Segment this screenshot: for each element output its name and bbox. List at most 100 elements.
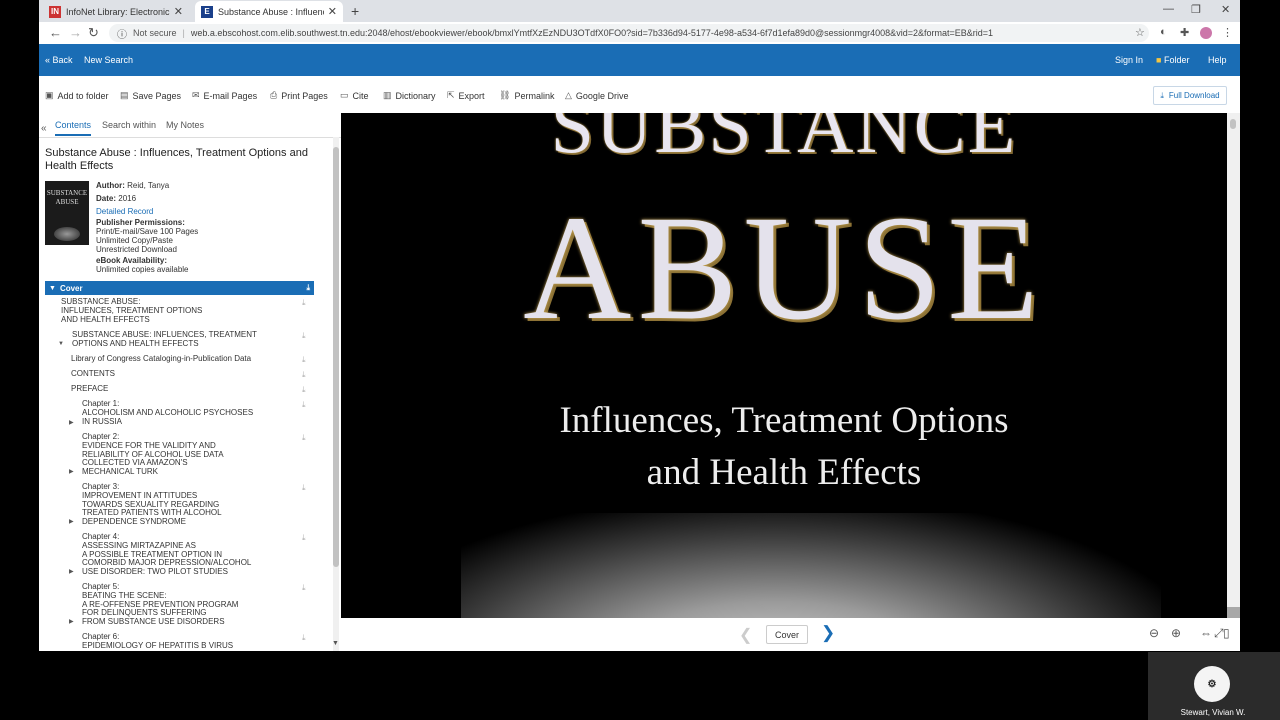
save-pages-button[interactable]: ▤ Save Pages [120, 90, 181, 101]
scroll-down-arrow[interactable] [1227, 607, 1240, 618]
toc-line: EPIDEMIOLOGY OF HEPATITIS B VIRUS [82, 640, 234, 650]
minimize-icon[interactable]: — [1163, 3, 1174, 15]
availability-label: eBook Availability: [96, 256, 167, 265]
expand-triangle-icon[interactable]: ▶ [69, 568, 74, 575]
puzzle-icon[interactable]: ✚ [1180, 26, 1189, 39]
toc-item[interactable]: CONTENTS [71, 369, 115, 379]
expand-triangle-icon[interactable]: ▶ [69, 419, 74, 426]
fullscreen-icon[interactable]: ⤢ [1214, 626, 1224, 641]
toc-item[interactable]: Chapter 6: EPIDEMIOLOGY OF HEPATITIS B V… [82, 632, 234, 651]
dictionary-button[interactable]: ▥ Dictionary [383, 90, 436, 101]
tab-contents[interactable]: Contents [55, 120, 92, 136]
full-download-button[interactable]: ⤓ Full Download [1153, 86, 1227, 105]
button-label: Google Drive [575, 90, 629, 101]
toc-item[interactable]: SUBSTANCE ABUSE: INFLUENCES, TREATMENT O… [61, 297, 202, 324]
zoom-out-icon[interactable]: ⊖ [1149, 626, 1159, 640]
permalink-button[interactable]: ⛓ Permalink [499, 90, 554, 101]
toc-item[interactable]: Chapter 5: BEATING THE SCENE: A RE-OFFEN… [82, 582, 238, 627]
button-label: Full Download [1168, 91, 1220, 100]
export-button[interactable]: ⇱ Export [447, 90, 485, 101]
collapse-triangle-icon[interactable]: ▼ [49, 285, 56, 292]
button-label: Export [458, 90, 485, 101]
profile-avatar[interactable] [1200, 27, 1212, 39]
cover-thumbnail[interactable]: SUBSTANCE ABUSE [45, 181, 89, 245]
toc-item[interactable]: Chapter 2: EVIDENCE FOR THE VALIDITY AND… [82, 432, 224, 477]
collapse-sidebar-icon[interactable]: « [41, 123, 47, 134]
extension-icon[interactable]: ◐ [1160, 26, 1167, 38]
tab-my-notes[interactable]: My Notes [166, 120, 204, 130]
scrollbar-thumb[interactable] [1230, 119, 1236, 129]
download-icon[interactable]: ⤓ [302, 331, 306, 341]
toc-item[interactable]: SUBSTANCE ABUSE: INFLUENCES, TREATMENT O… [72, 330, 257, 349]
scrollbar-thumb[interactable] [333, 147, 339, 567]
expand-triangle-icon[interactable]: ▶ [69, 518, 74, 525]
cite-button[interactable]: ▭ Cite [340, 90, 369, 101]
folder-link[interactable]: ■ Folder [1156, 55, 1189, 65]
browser-window: IN InfoNet Library: Electronic Databa ✕ … [39, 0, 1240, 651]
browser-tab-infonet[interactable]: IN InfoNet Library: Electronic Databa ✕ [43, 1, 189, 22]
sign-in-link[interactable]: Sign In [1115, 55, 1143, 65]
toc-item[interactable]: Library of Congress Cataloging-in-Public… [71, 354, 251, 364]
download-icon[interactable]: ⤓ [302, 583, 306, 593]
expand-triangle-icon[interactable]: ▶ [69, 468, 74, 475]
print-pages-button[interactable]: ⎙ Print Pages [270, 90, 328, 101]
download-icon[interactable]: ⤓ [302, 370, 306, 380]
date-label: Date: [96, 194, 117, 203]
toc-item[interactable]: Chapter 3: IMPROVEMENT IN ATTITUDES TOWA… [82, 482, 222, 527]
restore-icon[interactable]: ❐ [1191, 3, 1201, 16]
not-secure-label: Not secure [133, 28, 177, 38]
email-pages-button[interactable]: ✉ E-mail Pages [192, 90, 257, 101]
fit-width-icon[interactable]: ⇔ [1200, 626, 1212, 640]
detailed-record-link[interactable]: Detailed Record [96, 207, 153, 216]
author-value: Reid, Tanya [127, 181, 170, 190]
download-icon[interactable]: ⤓ [302, 355, 306, 365]
toc-item-cover[interactable]: ▼ Cover ⤓ [45, 281, 314, 295]
sidebar-scrollbar[interactable] [333, 137, 339, 651]
star-icon[interactable]: ☆ [1135, 26, 1145, 39]
link-icon: ⛓ [499, 90, 511, 100]
toc-item[interactable]: Chapter 1: ALCOHOLISM AND ALCOHOLIC PSYC… [82, 399, 253, 426]
browser-tab-ebook[interactable]: E Substance Abuse : Influences, Tre ✕ [195, 1, 343, 22]
info-icon[interactable]: ⓘ [117, 26, 127, 41]
previous-page-icon[interactable]: ❮ [739, 625, 752, 645]
next-page-icon[interactable]: ❯ [821, 623, 835, 643]
add-to-folder-button[interactable]: ▣ Add to folder [45, 90, 109, 101]
reload-icon[interactable]: ↻ [88, 25, 99, 41]
download-icon[interactable]: ⤓ [302, 298, 306, 308]
thumb-line: ABUSE [55, 198, 79, 206]
download-icon[interactable]: ⤓ [306, 283, 310, 293]
close-window-icon[interactable]: ✕ [1221, 3, 1230, 16]
close-tab-icon[interactable]: ✕ [328, 5, 337, 18]
url-field[interactable]: ⓘ Not secure | web.a.ebscohost.com.elib.… [109, 24, 1149, 42]
menu-dots-icon[interactable]: ⋮ [1222, 26, 1233, 39]
close-tab-icon[interactable]: ✕ [174, 5, 183, 18]
zoom-in-icon[interactable]: ⊕ [1171, 626, 1181, 640]
tab-strip: IN InfoNet Library: Electronic Databa ✕ … [39, 0, 1240, 22]
back-arrow-icon[interactable]: ← [49, 25, 62, 40]
cover-title-top: SUBSTANCE [550, 113, 1018, 169]
download-icon[interactable]: ⤓ [302, 533, 306, 543]
forward-arrow-icon[interactable]: → [69, 25, 82, 40]
collapse-triangle-icon[interactable]: ▼ [58, 341, 64, 347]
book-icon: ▥ [383, 90, 392, 100]
new-tab-button[interactable]: + [351, 3, 359, 19]
back-link[interactable]: « Back [45, 55, 73, 65]
expand-triangle-icon[interactable]: ▶ [69, 618, 74, 625]
viewer-scrollbar[interactable] [1227, 113, 1240, 618]
new-search-link[interactable]: New Search [84, 55, 133, 65]
download-icon[interactable]: ⤓ [302, 400, 306, 410]
sidebar-scroll-down-icon[interactable]: ▼ [332, 640, 339, 647]
toc-line: CONTENTS [71, 369, 115, 378]
page-indicator[interactable]: Cover [766, 625, 808, 644]
toc-item[interactable]: Chapter 4: ASSESSING MIRTAZAPINE AS A PO… [82, 532, 251, 577]
toc-item[interactable]: PREFACE [71, 384, 108, 394]
google-drive-button[interactable]: △ Google Drive [565, 90, 628, 101]
download-icon[interactable]: ⤓ [302, 433, 306, 443]
download-icon[interactable]: ⤓ [302, 483, 306, 493]
download-icon[interactable]: ⤓ [302, 633, 306, 643]
tab-search-within[interactable]: Search within [102, 120, 156, 130]
help-link[interactable]: Help [1208, 55, 1227, 65]
download-icon[interactable]: ⤓ [302, 385, 306, 395]
ebook-page-viewer[interactable]: SUBSTANCE ABUSE Influences, Treatment Op… [341, 113, 1227, 618]
ebook-toolbar: ▣ Add to folder ▤ Save Pages ✉ E-mail Pages… [39, 76, 1240, 114]
